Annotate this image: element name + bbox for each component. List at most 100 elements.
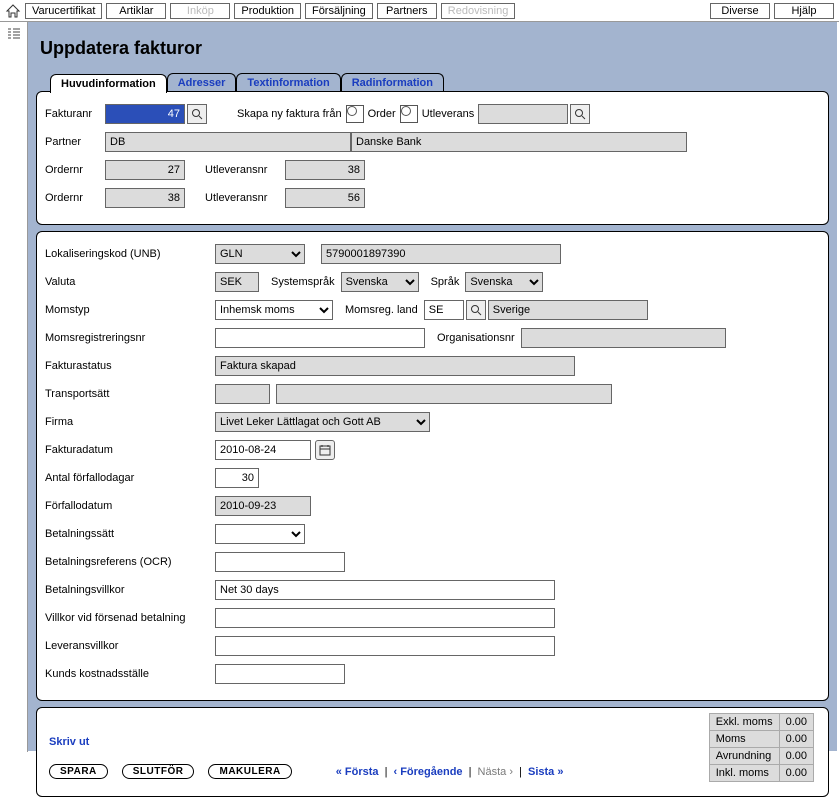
momsreg-land-label: Momsreg. land	[345, 304, 418, 316]
villkor-forsenad-input[interactable]	[215, 608, 555, 628]
ordernr-2-label: Ordernr	[45, 192, 105, 204]
betalningsreferens-label: Betalningsreferens (OCR)	[45, 556, 215, 568]
totals-table: Exkl. moms0.00 Moms0.00 Avrundning0.00 I…	[709, 713, 814, 782]
sprak-label: Språk	[431, 276, 460, 288]
search-from-icon[interactable]	[570, 104, 590, 124]
main-panel: Lokaliseringskod (UNB) GLN Valuta System…	[36, 231, 829, 701]
momstyp-label: Momstyp	[45, 304, 215, 316]
leveransvillkor-label: Leveransvillkor	[45, 640, 215, 652]
ordernr-2-input	[105, 188, 185, 208]
order-label: Order	[368, 108, 396, 120]
momsreg-land-name-input	[488, 300, 648, 320]
momsregistreringsnr-input[interactable]	[215, 328, 425, 348]
betalningssatt-label: Betalningssätt	[45, 528, 215, 540]
footer-panel: Skriv ut SPARA SLUTFÖR MAKULERA « Första…	[36, 707, 829, 797]
betalningssatt-select[interactable]	[215, 524, 305, 544]
fakturanr-label: Fakturanr	[45, 108, 105, 120]
tab-radinformation[interactable]: Radinformation	[341, 73, 444, 92]
skriv-ut-link[interactable]: Skriv ut	[49, 736, 89, 748]
momsreg-land-code-input[interactable]	[424, 300, 464, 320]
top-menu: Varucertifikat Artiklar Inköp Produktion…	[0, 0, 839, 22]
from-value-input	[478, 104, 568, 124]
kunds-kostnad-input[interactable]	[215, 664, 345, 684]
menu-artiklar[interactable]: Artiklar	[106, 3, 166, 19]
radio-order[interactable]	[346, 105, 364, 123]
search-fakturanr-icon[interactable]	[187, 104, 207, 124]
organisationsnr-label: Organisationsnr	[437, 332, 515, 344]
systemsprak-select[interactable]: Svenska	[341, 272, 419, 292]
fakturastatus-label: Fakturastatus	[45, 360, 215, 372]
slutfor-button[interactable]: SLUTFÖR	[122, 764, 195, 779]
utleveransnr-1-label: Utleveransnr	[205, 164, 285, 176]
tab-huvudinformation[interactable]: Huvudinformation	[50, 74, 167, 93]
antal-forfallo-label: Antal förfallodagar	[45, 472, 215, 484]
inkl-moms-label: Inkl. moms	[709, 765, 779, 782]
ordernr-1-label: Ordernr	[45, 164, 105, 176]
transportsatt-name-input	[276, 384, 612, 404]
tab-adresser[interactable]: Adresser	[167, 73, 237, 92]
makulera-button[interactable]: MAKULERA	[208, 764, 291, 779]
antal-forfallo-input[interactable]	[215, 468, 259, 488]
ordernr-1-input	[105, 160, 185, 180]
menu-varucertifikat[interactable]: Varucertifikat	[25, 3, 102, 19]
nav-foregaende[interactable]: ‹ Föregående	[393, 766, 462, 778]
betalningsreferens-input[interactable]	[215, 552, 345, 572]
valuta-label: Valuta	[45, 276, 215, 288]
avrundning-value: 0.00	[779, 748, 813, 765]
menu-produktion[interactable]: Produktion	[234, 3, 301, 19]
firma-select[interactable]: Livet Leker Lättlagat och Gott AB	[215, 412, 430, 432]
momstyp-select[interactable]: Inhemsk moms	[215, 300, 333, 320]
forfallodatum-input	[215, 496, 311, 516]
nav-forsta[interactable]: « Första	[336, 766, 379, 778]
fakturadatum-input[interactable]	[215, 440, 311, 460]
partner-code-input	[105, 132, 351, 152]
tabs: Huvudinformation Adresser Textinformatio…	[50, 73, 829, 92]
inkl-moms-value: 0.00	[779, 765, 813, 782]
menu-inkop: Inköp	[170, 3, 230, 19]
menu-hjalp[interactable]: Hjälp	[774, 3, 834, 19]
organisationsnr-input	[521, 328, 726, 348]
leveransvillkor-input[interactable]	[215, 636, 555, 656]
moms-value: 0.00	[779, 731, 813, 748]
exkl-moms-label: Exkl. moms	[709, 714, 779, 731]
page-title: Uppdatera fakturor	[40, 38, 829, 59]
valuta-input	[215, 272, 259, 292]
avrundning-label: Avrundning	[709, 748, 779, 765]
fakturadatum-label: Fakturadatum	[45, 444, 215, 456]
radio-utleverans[interactable]	[400, 105, 418, 123]
calendar-icon[interactable]	[315, 440, 335, 460]
menu-partners[interactable]: Partners	[377, 3, 437, 19]
exkl-moms-value: 0.00	[779, 714, 813, 731]
sidebar	[0, 22, 28, 752]
utleveransnr-2-input	[285, 188, 365, 208]
utleveransnr-2-label: Utleveransnr	[205, 192, 285, 204]
utleverans-label: Utleverans	[422, 108, 475, 120]
lokalisering-value-input	[321, 244, 561, 264]
sprak-select[interactable]: Svenska	[465, 272, 543, 292]
nav-nasta: Nästa ›	[478, 766, 513, 778]
menu-diverse[interactable]: Diverse	[710, 3, 770, 19]
header-panel: Fakturanr Skapa ny faktura från Order Ut…	[36, 91, 829, 225]
momsregistreringsnr-label: Momsregistreringsnr	[45, 332, 215, 344]
lokalisering-type-select[interactable]: GLN	[215, 244, 305, 264]
spara-button[interactable]: SPARA	[49, 764, 108, 779]
menu-forsaljning[interactable]: Försäljning	[305, 3, 373, 19]
utleveransnr-1-input	[285, 160, 365, 180]
pagination: « Första | ‹ Föregående | Nästa › | Sist…	[336, 766, 564, 778]
kunds-kostnad-label: Kunds kostnadsställe	[45, 668, 215, 680]
tab-textinformation[interactable]: Textinformation	[236, 73, 340, 92]
systemsprak-label: Systemspråk	[271, 276, 335, 288]
search-momsreg-icon[interactable]	[466, 300, 486, 320]
menu-redovisning: Redovisning	[441, 3, 516, 19]
transportsatt-label: Transportsätt	[45, 388, 215, 400]
fakturanr-input[interactable]	[105, 104, 185, 124]
betalningsvillkor-input[interactable]	[215, 580, 555, 600]
list-icon[interactable]	[6, 26, 22, 42]
betalningsvillkor-label: Betalningsvillkor	[45, 584, 215, 596]
fakturastatus-input	[215, 356, 575, 376]
nav-sista[interactable]: Sista »	[528, 766, 563, 778]
skapa-label: Skapa ny faktura från	[237, 108, 342, 120]
forfallodatum-label: Förfallodatum	[45, 500, 215, 512]
moms-label: Moms	[709, 731, 779, 748]
home-icon[interactable]	[5, 3, 21, 19]
